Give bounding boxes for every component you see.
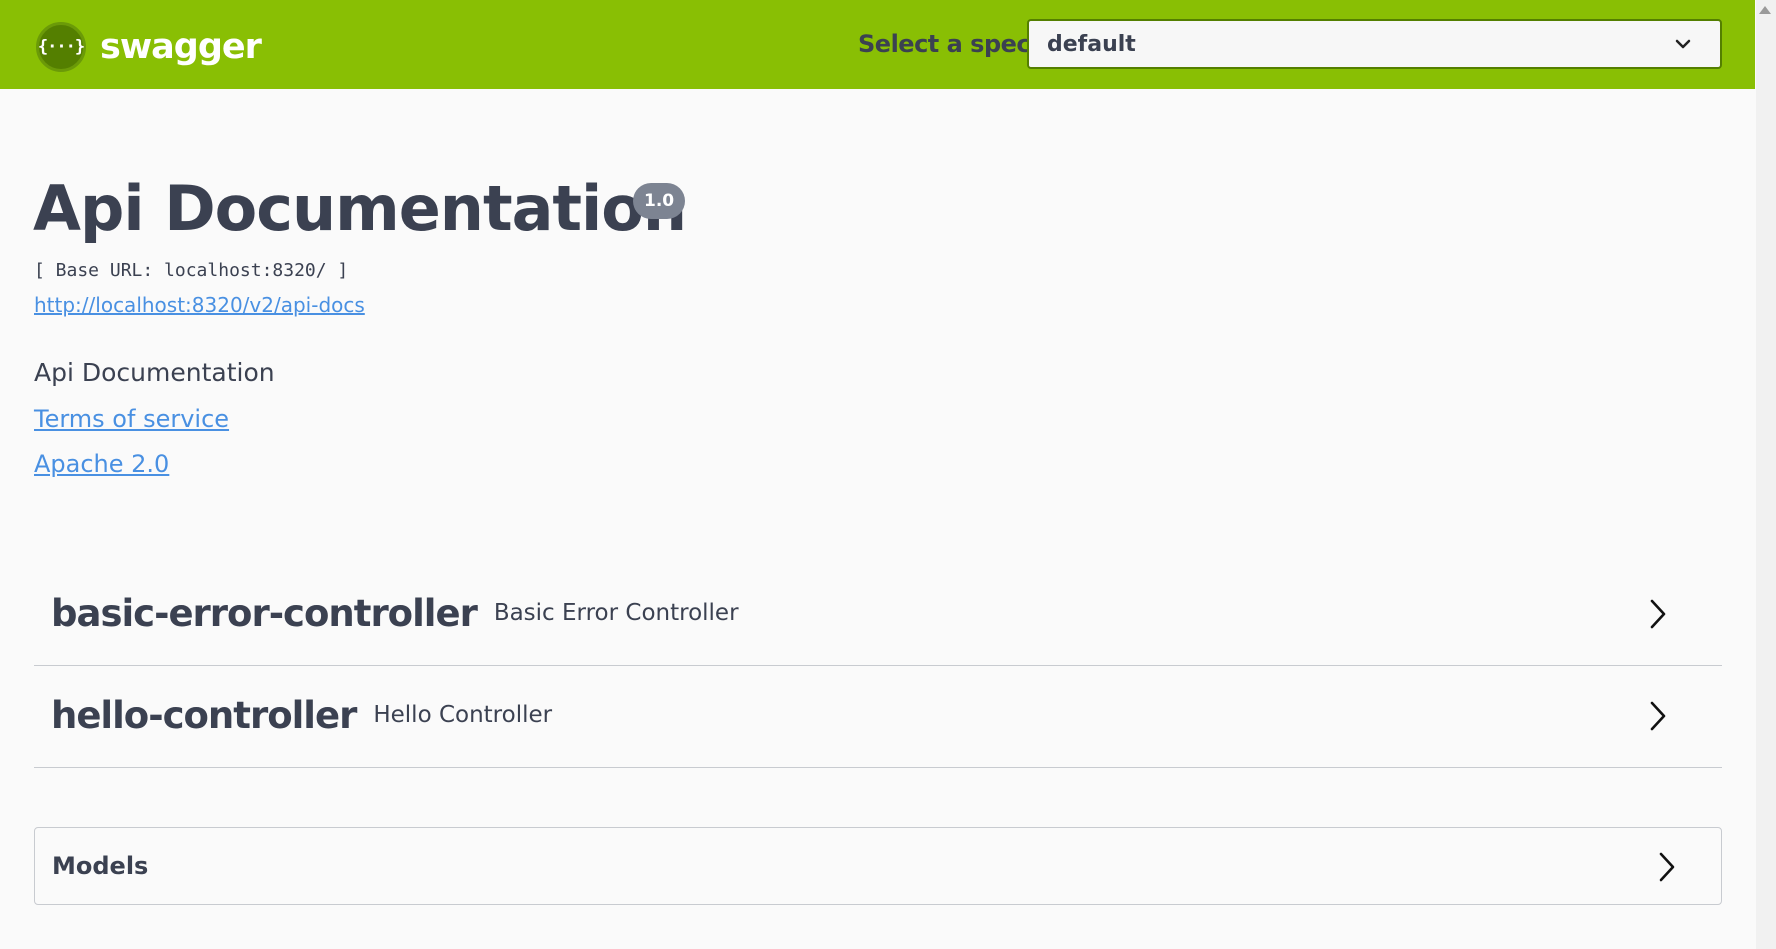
scroll-up-arrow-icon[interactable] [1759, 6, 1771, 14]
tag-name: basic-error-controller [51, 591, 478, 635]
license-link[interactable]: Apache 2.0 [34, 450, 169, 478]
tag-section-basic-error-controller[interactable]: basic-error-controller Basic Error Contr… [34, 561, 1722, 666]
chevron-right-icon[interactable] [1651, 849, 1683, 885]
swagger-logo-icon: {···} [36, 22, 86, 72]
tag-section-hello-controller[interactable]: hello-controller Hello Controller [34, 663, 1722, 768]
version-badge: 1.0 [633, 183, 686, 219]
swagger-ui-page: {···} swagger Select a spec default Api … [0, 0, 1776, 949]
tag-description: Basic Error Controller [493, 600, 739, 626]
spec-select-label: Select a spec [858, 30, 1031, 58]
chevron-right-icon[interactable] [1642, 596, 1674, 632]
terms-of-service-link[interactable]: Terms of service [34, 405, 229, 433]
topbar: {···} swagger Select a spec default [0, 0, 1755, 89]
scrollbar[interactable] [1756, 0, 1776, 949]
tag-description: Hello Controller [373, 702, 553, 728]
swagger-logo[interactable]: {···} swagger [36, 22, 262, 72]
tag-name: hello-controller [51, 693, 357, 737]
swagger-logo-text: swagger [100, 27, 262, 67]
spec-select-dropdown[interactable]: default [1027, 19, 1722, 69]
api-docs-link[interactable]: http://localhost:8320/v2/api-docs [34, 293, 365, 317]
models-section[interactable]: Models [34, 827, 1722, 905]
api-description: Api Documentation [34, 358, 275, 387]
spec-select-value: default [1047, 31, 1136, 57]
models-label: Models [52, 852, 149, 880]
chevron-down-icon [1675, 39, 1691, 49]
page-title: Api Documentation [33, 172, 687, 245]
base-url: [ Base URL: localhost:8320/ ] [34, 260, 349, 281]
chevron-right-icon[interactable] [1642, 698, 1674, 734]
